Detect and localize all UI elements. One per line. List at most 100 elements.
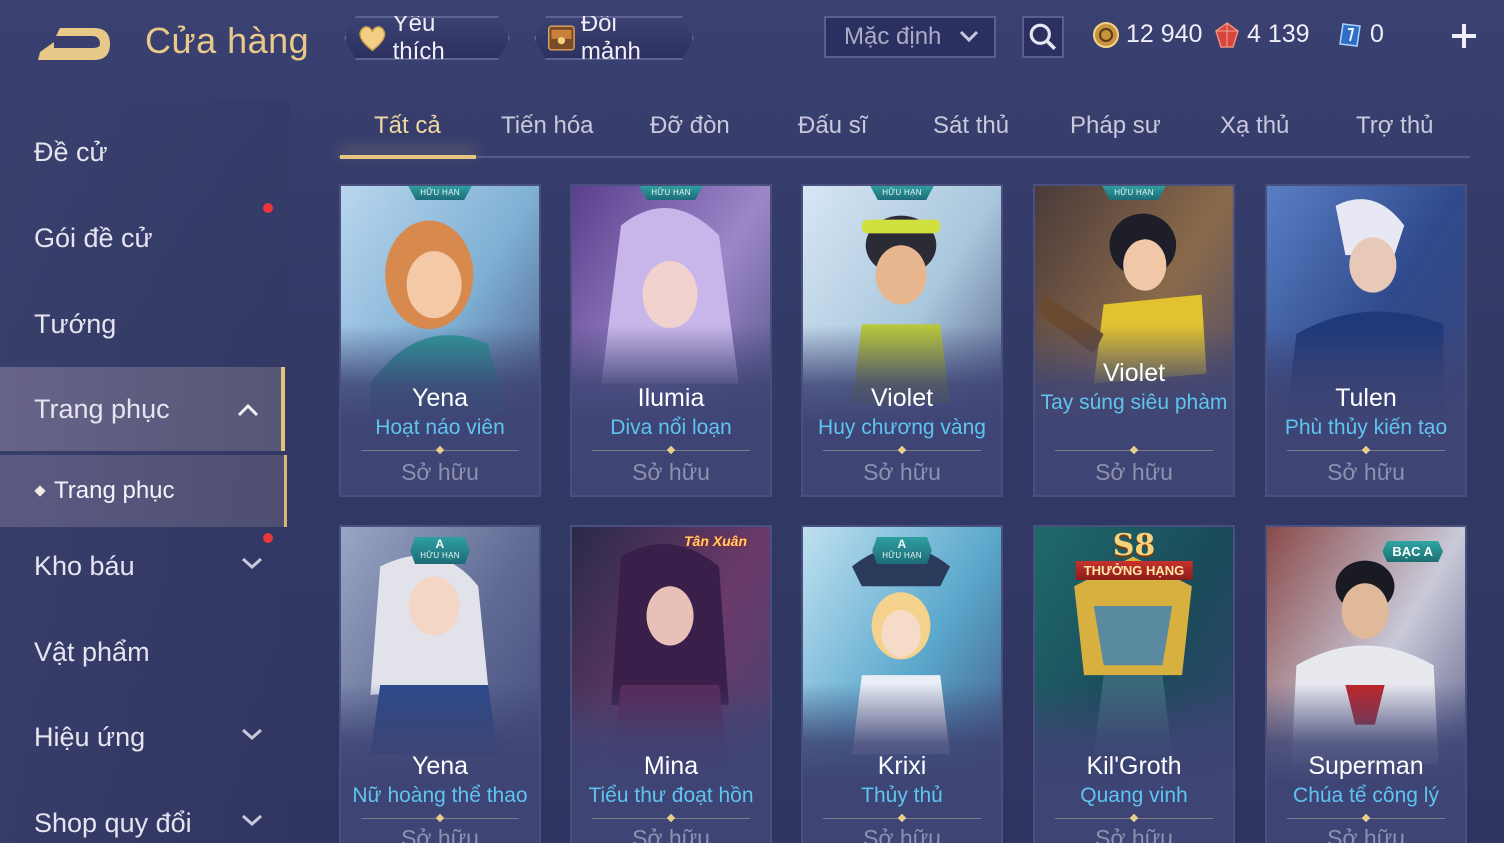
voucher-amount: 0 <box>1370 20 1384 48</box>
back-arrow-icon[interactable] <box>34 22 114 66</box>
skin-card[interactable]: S8 THƯỞNG HẠNG Kil'Groth Quang vinh Sở h… <box>1033 525 1235 843</box>
top-bar: Cửa hàng Yêu thích Đổi mảnh Mặc định 12 <box>0 0 1504 82</box>
hero-name: Yena <box>411 752 469 780</box>
sidebar-item-recommended[interactable]: Đề cử <box>0 112 285 192</box>
sidebar-subitem-label: Trang phục <box>54 477 175 504</box>
tab-all[interactable]: Tất cả <box>374 112 441 140</box>
sidebar-item-bundles[interactable]: Gói đề cử <box>0 198 285 278</box>
owned-status: Sở hữu <box>1095 825 1173 843</box>
skin-card[interactable]: HỮU HẠN Violet Huy chương vàng Sở hữu <box>801 184 1003 497</box>
skin-card[interactable]: BẠC A Superman Chúa tể công lý Sở hữu <box>1265 525 1467 843</box>
skin-card[interactable]: HỮU HẠN Ilumia Diva nổi loạn Sở hữu <box>570 184 772 497</box>
limited-badge: HỮU HẠN <box>870 186 934 200</box>
sidebar-item-exchange-shop[interactable]: Shop quy đổi <box>0 783 285 843</box>
tab-label: Pháp sư <box>1070 112 1161 139</box>
sidebar-item-label: Kho báu <box>34 550 135 581</box>
add-currency-plus-icon[interactable] <box>1448 20 1480 52</box>
sort-dropdown[interactable]: Mặc định <box>824 16 996 58</box>
red-gem-icon <box>1215 21 1239 48</box>
limited-badge: HỮU HẠN <box>1102 186 1166 200</box>
hero-name: Violet <box>1102 359 1166 387</box>
hero-name: Violet <box>870 384 934 412</box>
limited-badge: A HỮU HẠN <box>410 537 470 564</box>
sidebar-item-items[interactable]: Vật phẩm <box>0 612 285 692</box>
voucher-icon <box>1339 22 1361 47</box>
limited-badge: A HỮU HẠN <box>872 537 932 564</box>
heart-icon <box>356 21 389 55</box>
sidebar-item-label: Đề cử <box>34 136 108 167</box>
tab-assassin[interactable]: Sát thủ <box>933 112 1009 140</box>
hero-name: Superman <box>1308 752 1424 780</box>
hero-name: Yena <box>411 384 469 412</box>
skin-name: Nữ hoàng thể thao <box>352 784 528 807</box>
skin-card[interactable]: HỮU HẠN Violet Tay súng siêu phàm Sở hữu <box>1033 184 1235 497</box>
hero-name: Mina <box>643 752 699 780</box>
owned-status: Sở hữu <box>1095 459 1173 485</box>
tab-marksman[interactable]: Xạ thủ <box>1220 112 1289 140</box>
sidebar-item-label: Shop quy đổi <box>34 807 192 838</box>
owned-status: Sở hữu <box>632 459 710 485</box>
gem-balance: 4 139 <box>1213 20 1310 49</box>
skin-card[interactable]: HỮU HẠN Yena Hoạt náo viên Sở hữu <box>339 184 541 497</box>
page-title: Cửa hàng <box>145 20 310 61</box>
chevron-down-icon <box>242 557 262 570</box>
owned-status: Sở hữu <box>863 459 941 485</box>
limited-badge: HỮU HẠN <box>408 186 472 200</box>
sidebar-item-skins[interactable]: Trang phục <box>0 367 285 451</box>
chevron-up-icon <box>237 403 259 417</box>
tab-label: Trợ thủ <box>1356 112 1434 139</box>
tab-mage[interactable]: Pháp sư <box>1070 112 1161 140</box>
tab-tank[interactable]: Đỡ đòn <box>650 112 730 140</box>
treasure-chest-icon <box>546 21 577 55</box>
tab-warrior[interactable]: Đấu sĩ <box>798 112 867 140</box>
skin-card[interactable]: Tulen Phù thủy kiến tạo Sở hữu <box>1265 184 1467 497</box>
category-tabs: Tất cả Tiến hóa Đỡ đòn Đấu sĩ Sát thủ Ph… <box>338 104 1470 159</box>
skin-card[interactable]: A HỮU HẠN Krixi Thủy thủ Sở hữu <box>801 525 1003 843</box>
skin-card[interactable]: Tân Xuân Mina Tiểu thư đoạt hồn Sở hữu <box>570 525 772 843</box>
sidebar-item-treasure[interactable]: Kho báu <box>0 526 285 606</box>
grade-label: A <box>897 537 907 551</box>
tab-label: Đỡ đòn <box>650 112 730 139</box>
skin-name: Diva nổi loạn <box>610 416 732 439</box>
chevron-down-icon <box>242 814 262 827</box>
chevron-down-icon <box>959 30 979 43</box>
notification-dot <box>263 533 273 543</box>
sidebar-item-effects[interactable]: Hiệu ứng <box>0 697 285 777</box>
favorites-label: Yêu thích <box>392 10 445 65</box>
season-rank-badge: S8 THƯỞNG HẠNG <box>1075 531 1193 580</box>
search-button[interactable] <box>1022 16 1064 58</box>
skin-name: Tay súng siêu phàm <box>1040 391 1228 414</box>
rank-reward-label: THƯỞNG HẠNG <box>1075 561 1193 580</box>
search-icon <box>1029 23 1057 51</box>
tab-support[interactable]: Trợ thủ <box>1356 112 1434 140</box>
bullet-diamond-icon <box>34 485 46 497</box>
hero-name: Tulen <box>1335 384 1397 412</box>
grade-label: A <box>435 537 445 551</box>
skin-name: Thủy thủ <box>861 784 943 807</box>
sidebar-item-label: Trang phục <box>34 393 170 424</box>
gold-coin-icon <box>1093 21 1119 48</box>
event-tag: Tân Xuân <box>684 533 748 549</box>
skin-name: Chúa tể công lý <box>1293 784 1439 807</box>
limited-badge: HỮU HẠN <box>639 186 703 200</box>
favorites-button[interactable]: Yêu thích <box>344 16 510 60</box>
skin-name: Tiểu thư đoạt hồn <box>588 784 754 807</box>
sidebar-item-heroes[interactable]: Tướng <box>0 284 285 364</box>
gem-amount: 4 139 <box>1247 20 1310 48</box>
tab-label: Xạ thủ <box>1220 112 1290 139</box>
hero-name: Krixi <box>877 752 927 780</box>
tab-label: Sát thủ <box>933 112 1010 139</box>
limited-label: HỮU HẠN <box>420 551 460 560</box>
notification-dot <box>263 203 273 213</box>
owned-status: Sở hữu <box>1327 459 1405 485</box>
skin-card[interactable]: A HỮU HẠN Yena Nữ hoàng thể thao Sở hữu <box>339 525 541 843</box>
voucher-balance: 0 <box>1336 20 1384 49</box>
tab-label: Tiến hóa <box>501 112 594 139</box>
tier-badge: BẠC A <box>1382 541 1443 562</box>
sidebar-subitem-skins[interactable]: Trang phục <box>0 455 287 527</box>
tab-evolution[interactable]: Tiến hóa <box>501 112 594 140</box>
sidebar: Đề cử Gói đề cử Tướng Trang phục Trang p… <box>0 100 290 843</box>
exchange-shards-button[interactable]: Đổi mảnh <box>534 16 694 60</box>
sort-value: Mặc định <box>844 23 942 50</box>
owned-status: Sở hữu <box>863 825 941 843</box>
